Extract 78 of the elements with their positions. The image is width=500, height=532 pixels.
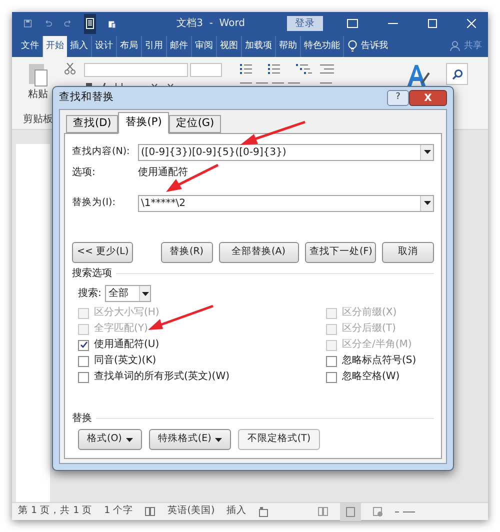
search-icon (452, 68, 462, 80)
dialog-button[interactable]: << 更少(L) (72, 242, 132, 263)
dialog-tab[interactable]: 替换(P) (118, 112, 169, 134)
checkbox-label: 忽略空格(W) (342, 372, 400, 382)
dialog-button[interactable]: 全部替换(A) (218, 242, 298, 263)
caret-icon (142, 292, 149, 296)
replace-with-label: 替换为(I): (72, 196, 116, 210)
word-count[interactable]: 1 个字 (104, 504, 134, 519)
tell-me-field[interactable]: 告诉我 (361, 40, 388, 53)
sign-in-button[interactable]: 登录 (287, 16, 323, 31)
search-label: 搜索: (78, 286, 102, 301)
checkbox-label: 使用通配符(U) (94, 340, 160, 350)
format-button[interactable]: 特殊格式(E) (148, 429, 232, 450)
search-options-heading: 搜索选项 (72, 266, 112, 281)
options-value: 使用通配符 (138, 166, 188, 180)
ribbon-tab[interactable]: 开始 (43, 36, 67, 57)
ribbon-display-icon[interactable] (347, 19, 358, 28)
web-layout-icon[interactable] (372, 506, 383, 516)
read-mode-icon[interactable] (318, 507, 328, 516)
zoom-slider-icon[interactable] (394, 510, 415, 514)
checkbox[interactable] (78, 372, 89, 382)
person-icon (450, 41, 460, 52)
checkbox-label: 忽略标点符号(S) (342, 356, 416, 366)
macro-icon[interactable] (258, 506, 268, 516)
options-label: 选项: (72, 166, 96, 180)
checkbox-label: 区分全/半角(M) (342, 340, 412, 350)
dialog-button[interactable]: 查找下一处(F) (304, 242, 376, 263)
language-status[interactable]: 英语(美国) (167, 504, 215, 519)
find-what-label: 查找内容(N): (72, 144, 131, 159)
document-icon[interactable] (84, 14, 96, 34)
caret-icon (424, 150, 430, 154)
dialog-tab[interactable]: 定位(G) (168, 115, 222, 133)
paste-button[interactable]: 粘贴 (28, 87, 48, 102)
checkbox[interactable] (78, 356, 89, 366)
checkbox-label: 区分前缀(X) (342, 308, 397, 318)
replace-heading: 替换 (72, 412, 92, 426)
find-what-field[interactable]: ([0-9]{3})[0-9]{5}([0-9]{3}) (138, 144, 434, 160)
checkbox[interactable] (326, 356, 337, 366)
help-button[interactable]: ? (387, 90, 409, 106)
lightbulb-icon (348, 40, 357, 52)
redo-icon[interactable] (64, 18, 72, 28)
window-title: 文档3 - Word (176, 16, 245, 31)
checkbox[interactable] (78, 340, 89, 350)
undo-icon[interactable] (44, 18, 52, 28)
dialog-title: 查找和替换 (59, 90, 114, 106)
print-layout-button[interactable] (340, 502, 361, 520)
checkbox[interactable] (326, 372, 337, 382)
close-button[interactable]: X (409, 90, 447, 106)
checkbox-label: 全字匹配(Y) (94, 324, 148, 334)
annotation-arrow (166, 164, 219, 192)
checkbox-label: 区分后缀(T) (342, 324, 396, 334)
replace-with-field[interactable]: \1*****\2 (138, 194, 434, 212)
dialog-button[interactable]: 取消 (382, 242, 434, 263)
proofing-icon[interactable] (145, 507, 156, 516)
save-icon[interactable] (24, 18, 32, 29)
insert-mode-status[interactable]: 插入 (226, 504, 247, 519)
caret-icon (424, 201, 430, 205)
page-icon (346, 506, 355, 516)
format-button[interactable]: 格式(O) (78, 429, 142, 450)
font-size-field[interactable] (190, 63, 222, 77)
search-direction-dropdown[interactable]: 全部 (105, 285, 152, 302)
check-icon (80, 341, 88, 349)
clipboard-group-label: 剪贴板 (23, 112, 53, 127)
font-name-field[interactable] (84, 63, 188, 77)
dialog-button[interactable]: 替换(R) (160, 242, 212, 263)
page-count[interactable]: 第 1 页，共 1 页 (18, 504, 92, 519)
dialog-tab[interactable]: 查找(D) (66, 115, 118, 133)
find-button[interactable] (446, 63, 468, 85)
minimize-icon[interactable] (388, 22, 398, 24)
checkbox-label: 同音(英文)(K) (94, 356, 156, 366)
cut-icon[interactable] (64, 63, 76, 75)
maximize-icon[interactable] (428, 19, 437, 28)
checkbox-label: 查找单词的所有形式(英文)(W) (94, 372, 230, 382)
list-icons-drawing[interactable] (240, 63, 336, 75)
checkbox-label: 区分大小写(H) (94, 308, 160, 318)
close-icon[interactable] (467, 19, 476, 28)
paste-icon[interactable] (27, 61, 49, 87)
annotation-arrow (240, 120, 306, 145)
